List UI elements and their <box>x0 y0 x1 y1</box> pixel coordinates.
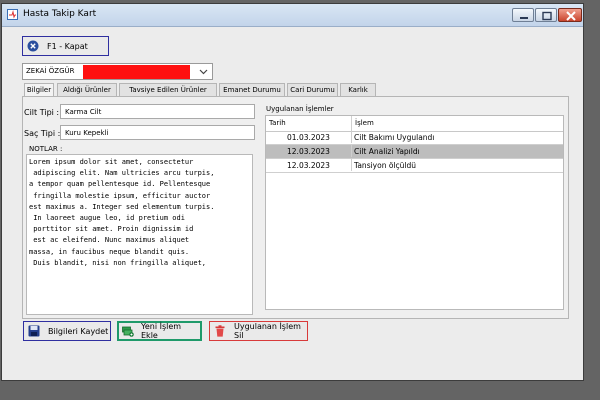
table-header: Tarih İşlem <box>266 116 563 132</box>
add-procedure-label: Yeni İşlem Ekle <box>141 322 182 340</box>
procedure-name: Cilt Analizi Yapıldı <box>354 147 420 156</box>
table-row[interactable]: 12.03.2023 Cilt Analizi Yapıldı <box>266 145 563 159</box>
close-f1-label: F1 - Kapat <box>47 41 88 51</box>
trash-icon <box>214 325 226 337</box>
title-bar[interactable]: Hasta Takip Kart <box>2 4 583 27</box>
money-stack-icon <box>122 325 134 337</box>
window-title: Hasta Takip Kart <box>23 9 97 19</box>
redaction-bar <box>83 65 190 79</box>
skin-type-field[interactable] <box>60 104 255 119</box>
procedure-date: 12.03.2023 <box>266 145 352 157</box>
hair-type-field[interactable] <box>60 125 255 140</box>
tab-emanet-durumu[interactable]: Emanet Durumu <box>219 83 285 96</box>
floppy-disk-icon <box>28 325 40 337</box>
notes-line: a tempor quam pellentesque id. Pellentes… <box>29 180 211 189</box>
hair-type-label: Saç Tipi : <box>24 129 61 138</box>
column-divider <box>351 116 352 131</box>
customer-select[interactable]: ZEKAİ ÖZGÜR <box>22 63 213 80</box>
skin-type-label: Cilt Tipi : <box>24 108 60 117</box>
procedure-date: 12.03.2023 <box>266 159 352 171</box>
customer-name: ZEKAİ ÖZGÜR <box>26 67 75 75</box>
notes-line: In laoreet augue leo, id pretium odi <box>29 214 185 223</box>
save-info-label: Bilgileri Kaydet <box>48 326 109 336</box>
tab-tavsiye-edilen-urunler[interactable]: Tavsiye Edilen Ürünler <box>119 83 217 96</box>
delete-procedure-label: Uygulanan İşlem Sil <box>234 322 301 340</box>
notes-line: adipiscing elit. Nam ultricies arcu turp… <box>29 169 215 178</box>
app-icon <box>7 9 18 20</box>
minimize-button[interactable] <box>512 8 534 22</box>
tab-bilgiler[interactable]: Bilgiler <box>24 83 54 97</box>
notes-line: massa, in faucibus neque blandit quis. <box>29 247 190 256</box>
notes-line: porttitor sit amet. Proin dignissim id <box>29 225 194 234</box>
tab-karlik[interactable]: Karlık <box>340 83 376 96</box>
column-header-date[interactable]: Tarih <box>269 119 286 127</box>
column-header-procedure[interactable]: İşlem <box>355 119 374 127</box>
notes-line: est maximus a. Integer sed elementum tur… <box>29 202 215 211</box>
procedure-name: Cilt Bakımı Uygulandı <box>354 133 435 142</box>
chevron-down-icon <box>199 67 208 78</box>
save-info-button[interactable]: Bilgileri Kaydet <box>23 321 111 341</box>
procedure-date: 01.03.2023 <box>266 131 352 143</box>
table-row[interactable]: 12.03.2023 Tansiyon ölçüldü <box>266 159 563 173</box>
maximize-button[interactable] <box>535 8 557 22</box>
procedure-name: Tansiyon ölçüldü <box>354 161 416 170</box>
table-row[interactable]: 01.03.2023 Cilt Bakımı Uygulandı <box>266 131 563 145</box>
close-window-button[interactable] <box>558 8 582 22</box>
app-window: Hasta Takip Kart F1 - Kapat ZEKAİ ÖZGÜR … <box>1 3 584 381</box>
procedures-table[interactable]: Tarih İşlem 01.03.2023 Cilt Bakımı Uygula… <box>265 115 564 310</box>
close-circle-icon <box>27 40 39 52</box>
notes-label: NOTLAR : <box>29 145 63 153</box>
notes-textarea[interactable]: Lorem ipsum dolor sit amet, consectetur … <box>26 154 253 315</box>
notes-line: fringilla molestie ipsum, efficitur auct… <box>29 191 211 200</box>
tab-aldigi-urunler[interactable]: Aldığı Ürünler <box>57 83 117 96</box>
tab-cari-durumu[interactable]: Cari Durumu <box>287 83 338 96</box>
delete-procedure-button[interactable]: Uygulanan İşlem Sil <box>209 321 308 341</box>
close-f1-button[interactable]: F1 - Kapat <box>22 36 109 56</box>
add-procedure-button[interactable]: Yeni İşlem Ekle <box>117 321 202 341</box>
notes-line: Duis blandit, nisi non fringilla aliquet… <box>29 258 207 267</box>
notes-line: Lorem ipsum dolor sit amet, consectetur <box>29 158 194 166</box>
notes-line: est ac eleifend. Nunc maximus aliquet <box>29 236 190 245</box>
procedures-title: Uygulanan İşlemler <box>266 105 334 113</box>
